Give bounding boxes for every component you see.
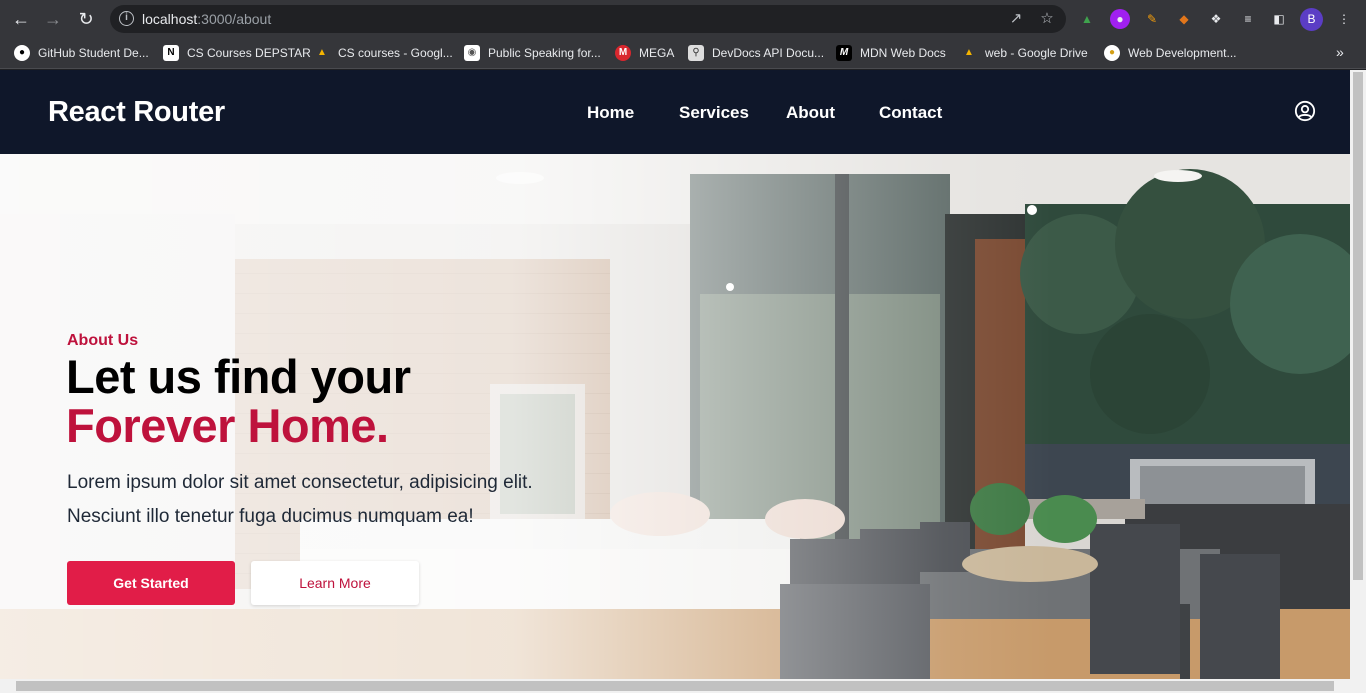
description-line1: Lorem ipsum dolor sit amet consectetur, …: [67, 472, 533, 493]
bookmark-item[interactable]: M MDN Web Docs: [836, 44, 946, 62]
headline-line1: Let us find your: [66, 350, 411, 403]
bookmarks-bar: ● GitHub Student De... N CS Courses DEPS…: [0, 38, 1366, 69]
bookmark-item[interactable]: ▲ CS courses - Googl...: [314, 44, 453, 62]
hero-eyebrow: About Us: [67, 332, 139, 349]
nav-link-home[interactable]: Home: [587, 103, 634, 123]
profile-avatar[interactable]: B: [1300, 8, 1323, 31]
bookmark-label: CS courses - Googl...: [338, 46, 453, 60]
get-started-button[interactable]: Get Started: [67, 561, 235, 605]
scrollbar-thumb[interactable]: [1353, 72, 1363, 580]
scrollbar-thumb[interactable]: [16, 681, 1334, 691]
user-account-icon[interactable]: [1294, 100, 1316, 122]
notion-icon: N: [163, 45, 179, 61]
share-icon[interactable]: ↗: [1007, 10, 1025, 28]
google-drive-icon: ▲: [317, 47, 327, 58]
bookmark-star-icon[interactable]: ☆: [1038, 10, 1056, 28]
mdn-icon: M: [836, 45, 852, 61]
address-bar[interactable]: i localhost:3000/about ↗ ☆: [110, 5, 1066, 33]
reload-icon[interactable]: ↻: [75, 9, 97, 29]
bookmark-label: web - Google Drive: [985, 46, 1088, 60]
url-path: :3000/about: [197, 11, 272, 27]
vertical-scrollbar[interactable]: [1350, 70, 1366, 679]
nav-link-contact[interactable]: Contact: [879, 103, 942, 123]
google-drive-icon: ▲: [964, 47, 974, 58]
back-arrow-icon[interactable]: ←: [10, 9, 32, 29]
learn-more-button[interactable]: Learn More: [251, 561, 419, 605]
bookmark-item[interactable]: M MEGA: [615, 44, 674, 62]
address-bar-url[interactable]: localhost:3000/about: [142, 11, 271, 27]
reading-list-icon[interactable]: ≡: [1238, 9, 1258, 29]
hero-headline: Let us find your Forever Home.: [66, 352, 411, 450]
bookmark-item[interactable]: ● GitHub Student De...: [14, 44, 149, 62]
metamask-icon[interactable]: ◆: [1174, 9, 1194, 29]
url-host: localhost: [142, 11, 198, 27]
bookmark-item[interactable]: ▲ web - Google Drive: [961, 44, 1088, 62]
bookmark-item[interactable]: ● Web Development...: [1104, 44, 1237, 62]
chevron-double-right-icon[interactable]: »: [1336, 44, 1344, 60]
site-logo[interactable]: React Router: [48, 96, 225, 129]
purple-extension-icon[interactable]: ●: [1110, 9, 1130, 29]
bookmark-label: MEGA: [639, 46, 675, 60]
bookmark-label: Web Development...: [1128, 46, 1237, 60]
site-info-icon[interactable]: i: [119, 11, 134, 26]
bulb-icon: ●: [1104, 45, 1120, 61]
kebab-menu-icon[interactable]: ⋮: [1334, 9, 1354, 29]
devdocs-icon: ⚲: [688, 45, 704, 61]
map-pin-icon: ◉: [464, 45, 480, 61]
extensions-puzzle-icon[interactable]: ❖: [1206, 9, 1226, 29]
mega-icon: M: [615, 45, 631, 61]
pen-extension-icon[interactable]: ✎: [1142, 9, 1162, 29]
bookmark-label: Public Speaking for...: [488, 46, 601, 60]
horizontal-scrollbar[interactable]: [0, 679, 1366, 693]
nav-link-services[interactable]: Services: [679, 103, 749, 123]
headline-accent: Forever Home.: [66, 399, 389, 452]
bookmark-label: MDN Web Docs: [860, 46, 946, 60]
bookmark-label: DevDocs API Docu...: [712, 46, 825, 60]
hero-section: About Us Let us find your Forever Home. …: [0, 154, 1350, 679]
github-icon: ●: [14, 45, 30, 61]
tree-extension-icon[interactable]: ▲: [1077, 9, 1097, 29]
nav-link-about[interactable]: About: [786, 103, 835, 123]
description-line2: Nesciunt illo tenetur fuga ducimus numqu…: [67, 506, 474, 527]
bookmark-label: CS Courses DEPSTAR: [187, 46, 311, 60]
bookmark-label: GitHub Student De...: [38, 46, 149, 60]
bookmark-item[interactable]: ◉ Public Speaking for...: [464, 44, 601, 62]
site-header: React Router Home Services About Contact: [0, 70, 1350, 154]
side-panel-icon[interactable]: ◧: [1269, 9, 1289, 29]
bookmark-item[interactable]: N CS Courses DEPSTAR: [163, 44, 311, 62]
hero-description: Lorem ipsum dolor sit amet consectetur, …: [67, 466, 587, 534]
page-viewport: React Router Home Services About Contact: [0, 70, 1350, 679]
forward-arrow-icon[interactable]: →: [42, 9, 64, 29]
bookmark-item[interactable]: ⚲ DevDocs API Docu...: [688, 44, 824, 62]
browser-toolbar: ← → ↻ i localhost:3000/about ↗ ☆ ▲ ● ✎ ◆…: [0, 0, 1366, 38]
